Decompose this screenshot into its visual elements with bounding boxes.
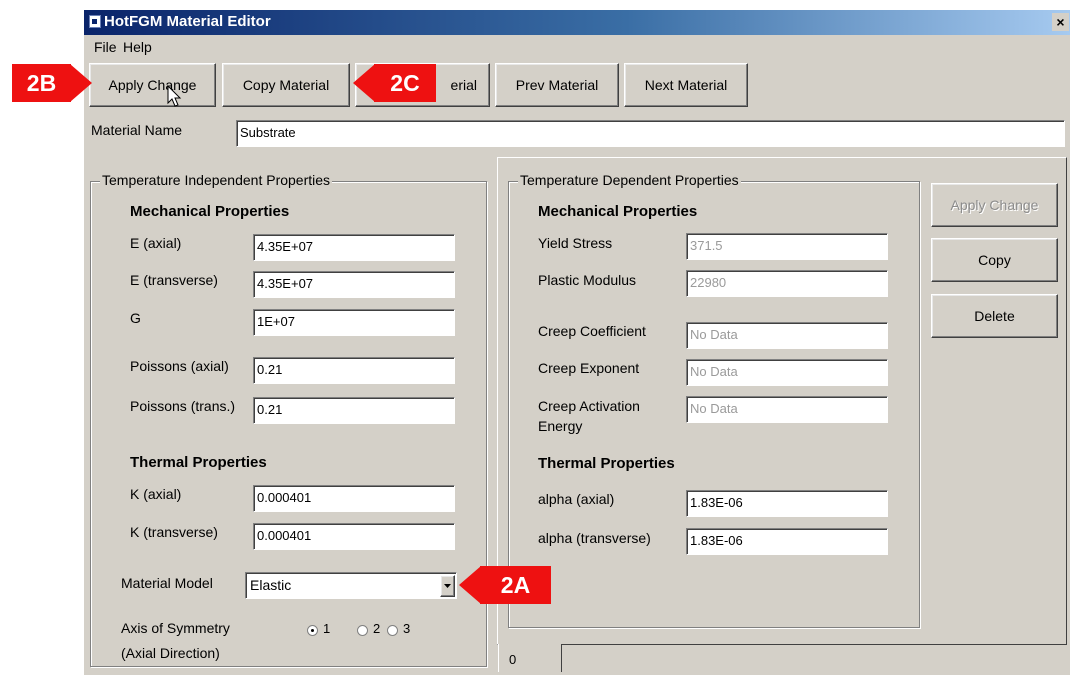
k-axial-input[interactable]: 0.000401 <box>253 485 455 512</box>
axis-radio-2[interactable] <box>357 625 368 636</box>
poissons-axial-label: Poissons (axial) <box>130 358 229 374</box>
creep-activation-input[interactable]: No Data <box>686 396 888 423</box>
k-axial-label: K (axial) <box>130 486 182 502</box>
annotation-2a-arrow-icon <box>459 566 481 604</box>
creep-activation-label: Creep Activation <box>538 398 640 414</box>
delete-material-label: erial <box>450 77 477 93</box>
material-model-select[interactable]: Elastic <box>245 572 457 599</box>
td-delete-button[interactable]: Delete <box>931 294 1058 338</box>
ti-thermal-heading: Thermal Properties <box>130 454 267 471</box>
creep-coefficient-label: Creep Coefficient <box>538 323 646 339</box>
annotation-2a: 2A <box>480 566 551 604</box>
k-transverse-label: K (transverse) <box>130 524 218 540</box>
k-transverse-input[interactable]: 0.000401 <box>253 523 455 550</box>
alpha-axial-label: alpha (axial) <box>538 491 615 507</box>
annotation-2c: 2C <box>374 64 436 102</box>
mouse-pointer-icon <box>167 85 182 107</box>
plastic-modulus-input[interactable]: 22980 <box>686 270 888 297</box>
e-axial-input[interactable]: 4.35E+07 <box>253 234 455 261</box>
axis-symmetry-label: Axis of Symmetry <box>121 620 230 636</box>
temp-independent-title: Temperature Independent Properties <box>100 172 333 188</box>
annotation-2b-arrow-icon <box>70 64 92 102</box>
next-material-button[interactable]: Next Material <box>624 63 748 107</box>
creep-exponent-input[interactable]: No Data <box>686 359 888 386</box>
e-axial-label: E (axial) <box>130 235 182 251</box>
prev-material-button[interactable]: Prev Material <box>495 63 619 107</box>
td-thermal-heading: Thermal Properties <box>538 455 675 472</box>
creep-coefficient-input[interactable]: No Data <box>686 322 888 349</box>
close-button[interactable]: × <box>1052 13 1069 31</box>
ti-mechanical-heading: Mechanical Properties <box>130 203 290 220</box>
axis-radio-3[interactable] <box>387 625 398 636</box>
poissons-axial-input[interactable]: 0.21 <box>253 357 455 384</box>
axis-option-3-label: 3 <box>403 621 411 636</box>
alpha-transverse-label: alpha (transverse) <box>538 530 651 546</box>
alpha-transverse-input[interactable]: 1.83E-06 <box>686 528 888 555</box>
temp-dependent-title: Temperature Dependent Properties <box>518 172 741 188</box>
axis-radio-1[interactable] <box>307 625 318 636</box>
tab-0[interactable]: 0 <box>498 644 562 672</box>
copy-material-button[interactable]: Copy Material <box>222 63 350 107</box>
g-input[interactable]: 1E+07 <box>253 309 455 336</box>
axis-option-1-label: 1 <box>323 621 331 636</box>
material-model-value: Elastic <box>250 577 292 593</box>
e-transverse-label: E (transverse) <box>130 272 218 288</box>
window-title: HotFGM Material Editor <box>104 13 271 30</box>
tab-0-label: 0 <box>509 652 517 667</box>
axis-option-2-label: 2 <box>373 621 381 636</box>
annotation-2c-arrow-icon <box>353 64 375 102</box>
axis-direction-label: (Axial Direction) <box>121 645 220 661</box>
material-name-input[interactable]: Substrate <box>236 120 1065 147</box>
g-label: G <box>130 310 141 326</box>
poissons-trans-label: Poissons (trans.) <box>130 398 236 414</box>
poissons-trans-input[interactable]: 0.21 <box>253 397 455 424</box>
td-apply-change-button[interactable]: Apply Change <box>931 183 1058 227</box>
plastic-modulus-label: Plastic Modulus <box>538 272 637 288</box>
dropdown-button[interactable] <box>440 575 455 597</box>
td-mechanical-heading: Mechanical Properties <box>538 203 698 220</box>
creep-exponent-label: Creep Exponent <box>538 360 640 376</box>
material-name-label: Material Name <box>91 122 183 138</box>
chevron-down-icon <box>444 584 451 588</box>
e-transverse-input[interactable]: 4.35E+07 <box>253 271 455 298</box>
td-copy-button[interactable]: Copy <box>931 238 1058 282</box>
material-model-label: Material Model <box>121 575 213 591</box>
annotation-2b: 2B <box>12 64 71 102</box>
app-icon <box>89 15 101 28</box>
menu-file[interactable]: File <box>94 39 117 55</box>
menu-help[interactable]: Help <box>123 39 152 55</box>
yield-stress-label: Yield Stress <box>538 235 613 251</box>
alpha-axial-input[interactable]: 1.83E-06 <box>686 490 888 517</box>
creep-activation-label-2: Energy <box>538 418 583 434</box>
yield-stress-input[interactable]: 371.5 <box>686 233 888 260</box>
apply-change-button[interactable]: Apply Change <box>89 63 216 107</box>
